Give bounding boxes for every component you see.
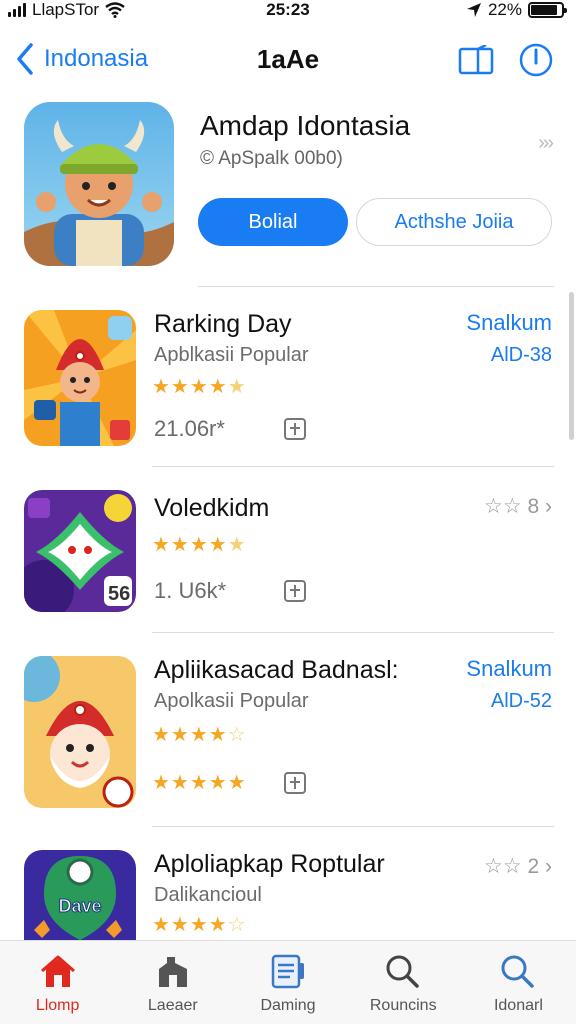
status-right: 22% bbox=[466, 0, 567, 20]
featured-app: Amdap Idontasia © ApSpalk 00b0) »› Bolia… bbox=[24, 102, 554, 272]
rating-stars: ★★★★☆ bbox=[152, 912, 247, 937]
half-star: ★ bbox=[227, 376, 247, 398]
full-stars: ★★★★ bbox=[152, 534, 228, 556]
download-count: 1. U6k* bbox=[154, 578, 227, 603]
nav-actions bbox=[458, 42, 554, 78]
battery-fill bbox=[531, 5, 557, 15]
divider bbox=[152, 826, 554, 827]
battery-icon bbox=[528, 2, 567, 18]
app-category: Apolkasii Popular bbox=[154, 690, 309, 712]
tab-home[interactable]: Llomp bbox=[0, 941, 115, 1024]
info-button[interactable] bbox=[518, 42, 554, 78]
games-icon bbox=[158, 957, 187, 987]
share-button[interactable] bbox=[458, 42, 494, 78]
tab-apps[interactable]: Daming bbox=[230, 941, 345, 1024]
book-icon bbox=[458, 45, 494, 75]
home-icon bbox=[40, 955, 75, 987]
list-item[interactable]: Rarking Day Apblkasii Popular ★★★★★ 21.0… bbox=[24, 310, 554, 450]
app-category: Dalikancioul bbox=[154, 884, 262, 906]
full-stars: ★★★★ bbox=[152, 724, 228, 746]
tab-label: Laeaer bbox=[147, 997, 198, 1014]
viking-character-image bbox=[24, 102, 174, 266]
app-icon: 56 bbox=[24, 490, 136, 612]
divider bbox=[152, 632, 554, 633]
app-name: Aploliapkap Roptular bbox=[154, 850, 385, 878]
rating-stars: ★★★★★ bbox=[152, 532, 247, 557]
icon-badge-text: 56 bbox=[108, 583, 130, 605]
list-item[interactable]: Dave Aploliapkap Roptular Dalikancioul ★… bbox=[24, 850, 554, 940]
tab-bar: Llomp Laeaer Daming Rouncins Idonarl bbox=[0, 940, 576, 1024]
app-icon: Dave bbox=[24, 850, 136, 940]
tab-search-secondary[interactable]: Idonarl bbox=[461, 941, 576, 1024]
app-name: Apliikasacad Badnasl: bbox=[154, 656, 399, 684]
featured-title: Amdap Idontasia bbox=[200, 110, 411, 141]
search-icon bbox=[386, 955, 419, 988]
add-icon[interactable] bbox=[284, 580, 306, 602]
gnome-face-image bbox=[24, 656, 136, 808]
dave-game-image: Dave bbox=[24, 850, 136, 940]
half-star: ☆ bbox=[227, 914, 247, 936]
status-bar: LlapSTor 25:23 22% bbox=[0, 0, 576, 22]
get-button[interactable]: Bolial bbox=[198, 198, 348, 246]
app-icon bbox=[24, 656, 136, 808]
icon-badge-text: Dave bbox=[58, 896, 101, 916]
tab-games[interactable]: Laeaer bbox=[115, 941, 230, 1024]
add-icon[interactable] bbox=[284, 418, 306, 440]
half-star: ☆ bbox=[227, 724, 247, 746]
featured-app-icon[interactable] bbox=[24, 102, 174, 266]
secondary-action-button[interactable]: Acthshe Joiia bbox=[356, 198, 552, 246]
featured-subtitle: © ApSpalk 00b0) bbox=[200, 148, 343, 169]
tab-search[interactable]: Rouncins bbox=[346, 941, 461, 1024]
add-icon[interactable] bbox=[284, 772, 306, 794]
scrollbar[interactable] bbox=[569, 292, 574, 440]
tab-label: Llomp bbox=[35, 997, 80, 1014]
battery-percent: 22% bbox=[487, 0, 522, 19]
tab-label: Rouncins bbox=[369, 997, 437, 1014]
divider bbox=[198, 286, 554, 287]
app-category: Apblkasii Popular bbox=[154, 344, 309, 366]
divider bbox=[152, 466, 554, 467]
tab-label: Daming bbox=[260, 997, 316, 1014]
alert-icon bbox=[519, 43, 553, 77]
nav-bar: Indonasia 1aAe bbox=[0, 36, 576, 86]
half-star: ★ bbox=[227, 534, 247, 556]
list-item[interactable]: Apliikasacad Badnasl: Apolkasii Popular … bbox=[24, 656, 554, 810]
install-button[interactable]: Snalkum bbox=[466, 310, 552, 336]
rating-stars: ★★★★★ bbox=[152, 374, 247, 399]
apps-icon bbox=[271, 954, 304, 989]
app-icon bbox=[24, 310, 136, 446]
full-stars: ★★★★ bbox=[152, 376, 228, 398]
rating-stars-secondary: ★★★★★ bbox=[152, 772, 247, 794]
location-icon bbox=[466, 3, 481, 17]
full-stars: ★★★★ bbox=[152, 914, 228, 936]
list-item[interactable]: 56 Voledkidm ★★★★★ 1. U6k* ☆☆ 8 › bbox=[24, 490, 554, 614]
search-icon bbox=[501, 955, 535, 988]
chevron-right-icon[interactable]: »› bbox=[538, 132, 554, 155]
app-price: AlD-38 bbox=[490, 344, 552, 366]
rating-stars: ★★★★☆ bbox=[152, 722, 247, 747]
app-price: AlD-52 bbox=[490, 690, 552, 712]
puzzle-game-image: 56 bbox=[24, 490, 136, 612]
download-count: 21.06r* bbox=[154, 416, 225, 441]
rating-label[interactable]: ☆☆ 8 › bbox=[484, 494, 552, 519]
gnome-character-image bbox=[24, 310, 136, 446]
install-button[interactable]: Snalkum bbox=[466, 656, 552, 682]
app-name: Rarking Day bbox=[154, 310, 292, 338]
app-name: Voledkidm bbox=[154, 494, 270, 522]
tab-label: Idonarl bbox=[493, 997, 543, 1014]
rating-label[interactable]: ☆☆ 2 › bbox=[484, 854, 552, 879]
